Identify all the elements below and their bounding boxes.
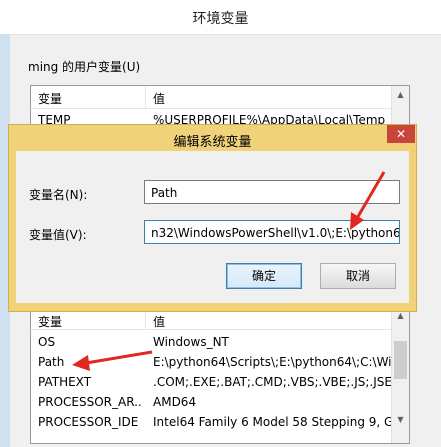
row-name: PATHEXT <box>38 375 92 389</box>
row-value: Intel64 Family 6 Model 58 Stepping 9, G <box>153 415 391 429</box>
system-vars-list[interactable]: 变量 值 OS Windows_NT Path E:\python64\Scri… <box>30 306 410 444</box>
up-arrow-icon[interactable]: ▲ <box>392 86 409 103</box>
down-arrow-icon[interactable]: ▼ <box>392 411 409 428</box>
row-value: AMD64 <box>153 395 197 409</box>
user-vars-col-name[interactable]: 变量 <box>38 90 62 107</box>
system-vars-col-name[interactable]: 变量 <box>38 313 62 330</box>
row-value: E:\python64\Scripts\;E:\python64\;C:\Wi.… <box>153 355 391 369</box>
row-name: PROCESSOR_AR... <box>38 395 142 409</box>
user-vars-label: ming 的用户变量(U) <box>28 60 141 74</box>
user-vars-header: 变量 值 <box>31 86 409 109</box>
row-value: .COM;.EXE;.BAT;.CMD;.VBS;.VBE;.JS;.JSE;.… <box>153 375 391 389</box>
table-row[interactable]: PATHEXT .COM;.EXE;.BAT;.CMD;.VBS;.VBE;.J… <box>31 373 391 393</box>
row-value: Windows_NT <box>153 335 229 349</box>
annotation-arrow-icon <box>72 350 153 371</box>
dialog-title: 编辑系统变量 <box>173 135 252 150</box>
scrollbar-thumb[interactable] <box>394 341 407 379</box>
window-title: 环境变量 <box>192 11 249 27</box>
close-icon[interactable]: ✕ <box>387 125 415 143</box>
row-name: PROCESSOR_IDE <box>38 415 139 429</box>
system-vars-scrollbar[interactable]: ▲ ▼ <box>391 307 409 443</box>
variable-name-label: 变量名(N): <box>29 188 88 202</box>
table-row[interactable]: PROCESSOR_IDE Intel64 Family 6 Model 58 … <box>31 413 391 433</box>
table-row[interactable]: PROCESSOR_AR... AMD64 <box>31 393 391 413</box>
variable-value-label: 变量值(V): <box>29 228 87 242</box>
ok-button[interactable]: 确定 <box>226 263 302 289</box>
annotation-arrow-icon <box>350 171 386 230</box>
cancel-button[interactable]: 取消 <box>320 263 396 289</box>
system-vars-col-value[interactable]: 值 <box>153 313 165 330</box>
user-vars-col-value[interactable]: 值 <box>153 90 165 107</box>
column-divider[interactable] <box>145 86 146 108</box>
